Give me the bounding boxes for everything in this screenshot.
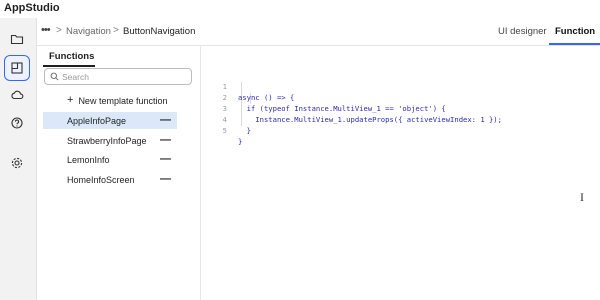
line-number: 1 bbox=[222, 82, 227, 91]
breadcrumb-separator: > bbox=[56, 25, 62, 36]
line-number: 5 bbox=[222, 126, 227, 135]
code-line: 5 } bbox=[201, 114, 243, 146]
function-item-label: HomeInfoScreen bbox=[67, 174, 135, 185]
settings-button[interactable] bbox=[4, 150, 30, 176]
code-editor[interactable]: 1 async () => { 2 if (typeof Instance.Mu… bbox=[201, 46, 600, 300]
code-line: 2 if (typeof Instance.MultiView_1 == 'ob… bbox=[201, 81, 446, 113]
active-tab-indicator bbox=[549, 43, 600, 45]
function-item-label: AppleInfoPage bbox=[67, 115, 127, 126]
left-rail bbox=[0, 18, 37, 300]
function-item-label: StrawberryInfoPage bbox=[67, 135, 147, 146]
help-icon bbox=[11, 117, 23, 129]
top-bar: ••• > Navigation > ButtonNavigation UI d… bbox=[37, 18, 600, 46]
line-number: 2 bbox=[222, 93, 227, 102]
new-template-function-button[interactable]: + New template function bbox=[67, 95, 167, 106]
search-input[interactable] bbox=[62, 70, 186, 83]
more-icon[interactable]: ••• bbox=[41, 24, 51, 36]
breadcrumb-current: ButtonNavigation bbox=[123, 26, 196, 37]
new-template-function-label: New template function bbox=[78, 95, 168, 106]
code-text: } bbox=[238, 126, 251, 135]
cloud-button[interactable] bbox=[4, 82, 30, 108]
remove-icon[interactable]: — bbox=[160, 154, 171, 165]
code-text: async () => { bbox=[238, 93, 295, 102]
breadcrumb-navigation[interactable]: Navigation bbox=[66, 26, 111, 37]
cloud-icon bbox=[11, 90, 24, 100]
code-line: 3 Instance.MultiView_1.updateProps({ act… bbox=[201, 92, 502, 124]
search-box[interactable] bbox=[44, 68, 192, 85]
remove-icon[interactable]: — bbox=[160, 135, 171, 146]
function-item[interactable]: LemonInfo — bbox=[43, 151, 177, 168]
remove-icon[interactable]: — bbox=[160, 174, 171, 185]
remove-icon[interactable]: — bbox=[160, 115, 171, 126]
tab-ui-designer[interactable]: UI designer bbox=[498, 26, 547, 37]
functions-tab-underline bbox=[43, 65, 95, 67]
components-icon bbox=[11, 62, 23, 74]
functions-panel: Functions + New template function AppleI… bbox=[37, 46, 201, 300]
code-text: Instance.MultiView_1.updateProps({ activ… bbox=[238, 115, 502, 124]
folder-button[interactable] bbox=[4, 26, 30, 52]
code-text: if (typeof Instance.MultiView_1 == 'obje… bbox=[238, 104, 446, 113]
breadcrumb-separator: > bbox=[113, 25, 119, 36]
functions-heading: Functions bbox=[49, 51, 95, 62]
text-cursor-icon: I bbox=[580, 190, 584, 204]
tab-function[interactable]: Function bbox=[555, 26, 595, 37]
line-number: 4 bbox=[222, 115, 227, 124]
function-item[interactable]: AppleInfoPage — bbox=[43, 112, 177, 129]
search-icon bbox=[50, 72, 59, 81]
code-line: 4 } bbox=[201, 103, 251, 135]
code-text: } bbox=[238, 137, 243, 146]
gear-icon bbox=[11, 157, 23, 169]
help-button[interactable] bbox=[4, 110, 30, 136]
folder-icon bbox=[10, 34, 24, 45]
app-title: AppStudio bbox=[4, 2, 60, 14]
plus-icon: + bbox=[67, 94, 74, 106]
components-button[interactable] bbox=[4, 55, 30, 81]
line-number: 3 bbox=[222, 104, 227, 113]
function-item-label: LemonInfo bbox=[67, 154, 110, 165]
function-item[interactable]: HomeInfoScreen — bbox=[43, 171, 177, 188]
code-line: 1 async () => { bbox=[201, 70, 295, 102]
title-bar: AppStudio bbox=[0, 0, 600, 18]
function-item[interactable]: StrawberryInfoPage — bbox=[43, 132, 177, 149]
